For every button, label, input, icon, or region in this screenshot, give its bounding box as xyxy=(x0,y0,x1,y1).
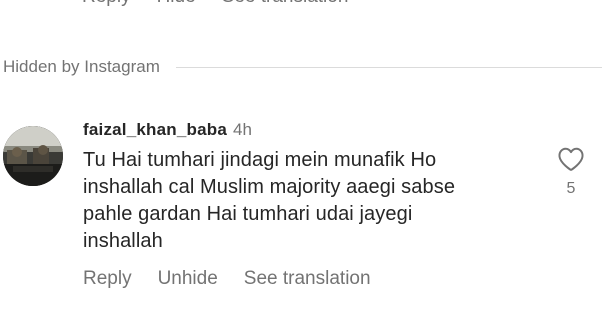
avatar-photo xyxy=(3,126,63,186)
timestamp: 4h xyxy=(232,120,252,139)
reply-button[interactable]: Reply xyxy=(83,268,132,290)
like-count: 5 xyxy=(566,180,576,197)
heart-outline-icon[interactable] xyxy=(557,146,585,172)
unhide-button[interactable]: Unhide xyxy=(158,268,218,290)
previous-comment-actions: Reply Hide See translation xyxy=(82,0,348,8)
comment-text-line: pahle gardan Hai tumhari udai jayegi xyxy=(83,203,413,225)
divider-line xyxy=(175,66,602,68)
previous-reply-link[interactable]: Reply xyxy=(82,0,131,8)
see-translation-button[interactable]: See translation xyxy=(244,268,371,290)
comment-text-line: Tu Hai tumhari jindagi mein munafik Ho xyxy=(83,149,437,171)
like-control: 5 xyxy=(556,146,586,198)
comment-actions: Reply Unhide See translation xyxy=(83,268,371,290)
previous-hide-link[interactable]: Hide xyxy=(157,0,196,8)
hidden-by-instagram-label: Hidden by Instagram xyxy=(3,57,160,76)
comment-text-line: inshallah xyxy=(83,230,163,252)
comment-text: Tu Hai tumhari jindagi mein munafik Ho i… xyxy=(83,147,553,255)
previous-see-translation-link[interactable]: See translation xyxy=(222,0,349,8)
comment-text-line: inshallah cal Muslim majority aaegi sabs… xyxy=(83,176,456,198)
hidden-comments-divider[interactable]: Hidden by Instagram xyxy=(0,54,616,80)
avatar[interactable] xyxy=(3,126,63,186)
username[interactable]: faizal_khan_baba xyxy=(83,120,227,140)
comment: faizal_khan_baba 4h Tu Hai tumhari jinda… xyxy=(83,120,553,255)
comment-thread: Reply Hide See translation Hidden by Ins… xyxy=(0,0,616,311)
comment-meta: faizal_khan_baba 4h xyxy=(83,120,553,140)
